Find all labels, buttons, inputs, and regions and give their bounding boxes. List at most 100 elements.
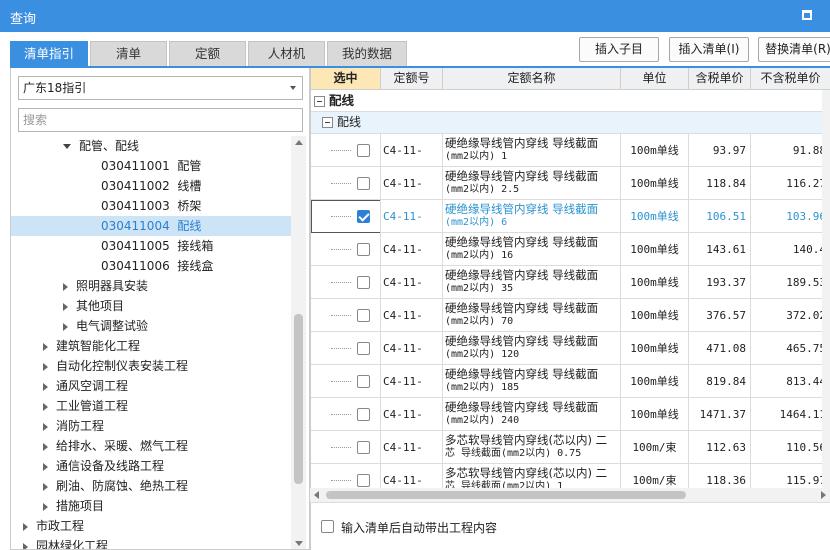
row-checkbox[interactable] (357, 276, 370, 289)
price-cell[interactable]: 465.75 (751, 332, 830, 365)
tree-node[interactable]: 030411004 配线 (11, 216, 291, 236)
name-cell[interactable]: 硬绝缘导线管内穿线 导线截面 (mm2以内) 16 (443, 233, 621, 266)
expand-right-icon[interactable] (43, 482, 48, 491)
table-row[interactable]: C4-11-224多芯软导线管内穿线(芯以内) 二芯 导线截面(mm2以内) 1… (311, 464, 830, 488)
expand-right-icon[interactable] (23, 542, 28, 549)
col-header-unit[interactable]: 单位 (621, 68, 689, 90)
price-tax-cell[interactable]: 118.84 (689, 167, 751, 200)
name-cell[interactable]: 多芯软导线管内穿线(芯以内) 二芯 导线截面(mm2以内) 0.75 (443, 431, 621, 464)
row-checkbox[interactable] (357, 342, 370, 355)
guide-selector[interactable]: 广东18指引 (18, 76, 303, 100)
row-checkbox[interactable] (357, 309, 370, 322)
tree-node[interactable]: 工业管道工程 (11, 396, 291, 416)
unit-cell[interactable]: 100m单线 (621, 167, 689, 200)
select-cell[interactable] (311, 233, 381, 266)
price-tax-cell[interactable]: 112.63 (689, 431, 751, 464)
unit-cell[interactable]: 100m单线 (621, 398, 689, 431)
price-tax-cell[interactable]: 1471.37 (689, 398, 751, 431)
expand-right-icon[interactable] (63, 302, 68, 311)
table-row[interactable]: C4-11-214硬绝缘导线管内穿线 导线截面(mm2以内) 1100m单线93… (311, 134, 830, 167)
name-cell[interactable]: 硬绝缘导线管内穿线 导线截面 (mm2以内) 70 (443, 299, 621, 332)
expand-right-icon[interactable] (43, 382, 48, 391)
price-tax-cell[interactable]: 106.51 (689, 200, 751, 233)
code-cell[interactable]: C4-11-219 (381, 299, 443, 332)
price-cell[interactable]: 1464.11 (751, 398, 830, 431)
select-cell[interactable] (311, 464, 381, 488)
grid-hscrollbar[interactable] (310, 488, 830, 502)
scroll-left-icon[interactable] (314, 491, 319, 499)
row-checkbox[interactable] (357, 144, 370, 157)
unit-cell[interactable]: 100m/束 (621, 464, 689, 488)
scroll-down-icon[interactable] (295, 541, 303, 546)
tab-list[interactable]: 清单 (90, 41, 167, 67)
price-tax-cell[interactable]: 193.37 (689, 266, 751, 299)
search-input[interactable] (18, 108, 303, 132)
row-checkbox[interactable] (357, 441, 370, 454)
name-cell[interactable]: 硬绝缘导线管内穿线 导线截面 (mm2以内) 6 (443, 200, 621, 233)
row-checkbox[interactable] (357, 375, 370, 388)
tree-scrollbar[interactable] (291, 136, 306, 549)
expand-right-icon[interactable] (43, 362, 48, 371)
tab-quota[interactable]: 定额 (169, 41, 246, 67)
code-cell[interactable]: C4-11-221 (381, 365, 443, 398)
grid-vscrollbar[interactable] (822, 90, 830, 488)
name-cell[interactable]: 硬绝缘导线管内穿线 导线截面 (mm2以内) 2.5 (443, 167, 621, 200)
table-row[interactable]: C4-11-220硬绝缘导线管内穿线 导线截面(mm2以内) 120100m单线… (311, 332, 830, 365)
price-cell[interactable]: 372.02 (751, 299, 830, 332)
select-cell[interactable] (311, 200, 381, 233)
expand-right-icon[interactable] (43, 442, 48, 451)
tab-labor-material[interactable]: 人材机 (248, 41, 325, 67)
price-cell[interactable]: 116.27 (751, 167, 830, 200)
maximize-icon[interactable] (802, 10, 812, 20)
unit-cell[interactable]: 100m/束 (621, 431, 689, 464)
price-tax-cell[interactable]: 819.84 (689, 365, 751, 398)
tree-node[interactable]: 030411002 线槽 (11, 176, 291, 196)
price-tax-cell[interactable]: 118.36 (689, 464, 751, 488)
select-cell[interactable] (311, 299, 381, 332)
unit-cell[interactable]: 100m单线 (621, 365, 689, 398)
table-row[interactable]: C4-11-221硬绝缘导线管内穿线 导线截面(mm2以内) 185100m单线… (311, 365, 830, 398)
group-row-level2[interactable]: 配线 (311, 112, 830, 134)
row-checkbox[interactable] (357, 474, 370, 487)
unit-cell[interactable]: 100m单线 (621, 266, 689, 299)
select-cell[interactable] (311, 134, 381, 167)
code-cell[interactable]: C4-11-220 (381, 332, 443, 365)
col-header-price[interactable]: 不含税单价 (751, 68, 830, 90)
price-cell[interactable]: 189.53 (751, 266, 830, 299)
row-checkbox[interactable] (357, 243, 370, 256)
select-cell[interactable] (311, 431, 381, 464)
table-row[interactable]: C4-11-218硬绝缘导线管内穿线 导线截面(mm2以内) 35100m单线1… (311, 266, 830, 299)
expand-right-icon[interactable] (23, 522, 28, 531)
insert-list-button[interactable]: 插入清单(I) (669, 37, 749, 62)
table-row[interactable]: C4-11-222硬绝缘导线管内穿线 导线截面(mm2以内) 240100m单线… (311, 398, 830, 431)
expand-down-icon[interactable] (63, 144, 71, 149)
price-tax-cell[interactable]: 143.61 (689, 233, 751, 266)
code-cell[interactable]: C4-11-224 (381, 464, 443, 488)
scroll-up-icon[interactable] (295, 140, 303, 145)
code-cell[interactable]: C4-11-217 (381, 233, 443, 266)
select-cell[interactable] (311, 266, 381, 299)
tree-node[interactable]: 030411003 桥架 (11, 196, 291, 216)
tree-scroll-thumb[interactable] (294, 314, 303, 484)
tab-my-data[interactable]: 我的数据 (327, 41, 407, 67)
name-cell[interactable]: 硬绝缘导线管内穿线 导线截面 (mm2以内) 35 (443, 266, 621, 299)
table-row[interactable]: C4-11-223多芯软导线管内穿线(芯以内) 二芯 导线截面(mm2以内) 0… (311, 431, 830, 464)
tab-list-guide[interactable]: 清单指引 (10, 41, 88, 67)
code-cell[interactable]: C4-11-222 (381, 398, 443, 431)
code-cell[interactable]: C4-11-215 (381, 167, 443, 200)
name-cell[interactable]: 硬绝缘导线管内穿线 导线截面 (mm2以内) 185 (443, 365, 621, 398)
tree-node[interactable]: 刷油、防腐蚀、绝热工程 (11, 476, 291, 496)
expand-right-icon[interactable] (43, 462, 48, 471)
tree-node[interactable]: 电气调整试验 (11, 316, 291, 336)
expand-right-icon[interactable] (43, 422, 48, 431)
name-cell[interactable]: 多芯软导线管内穿线(芯以内) 二芯 导线截面(mm2以内) 1 (443, 464, 621, 488)
select-cell[interactable] (311, 398, 381, 431)
name-cell[interactable]: 硬绝缘导线管内穿线 导线截面 (mm2以内) 120 (443, 332, 621, 365)
name-cell[interactable]: 硬绝缘导线管内穿线 导线截面 (mm2以内) 1 (443, 134, 621, 167)
col-header-select[interactable]: 选中 (311, 68, 381, 90)
select-cell[interactable] (311, 167, 381, 200)
tree-node[interactable]: 消防工程 (11, 416, 291, 436)
name-cell[interactable]: 硬绝缘导线管内穿线 导线截面 (mm2以内) 240 (443, 398, 621, 431)
price-cell[interactable]: 103.96 (751, 200, 830, 233)
price-tax-cell[interactable]: 376.57 (689, 299, 751, 332)
